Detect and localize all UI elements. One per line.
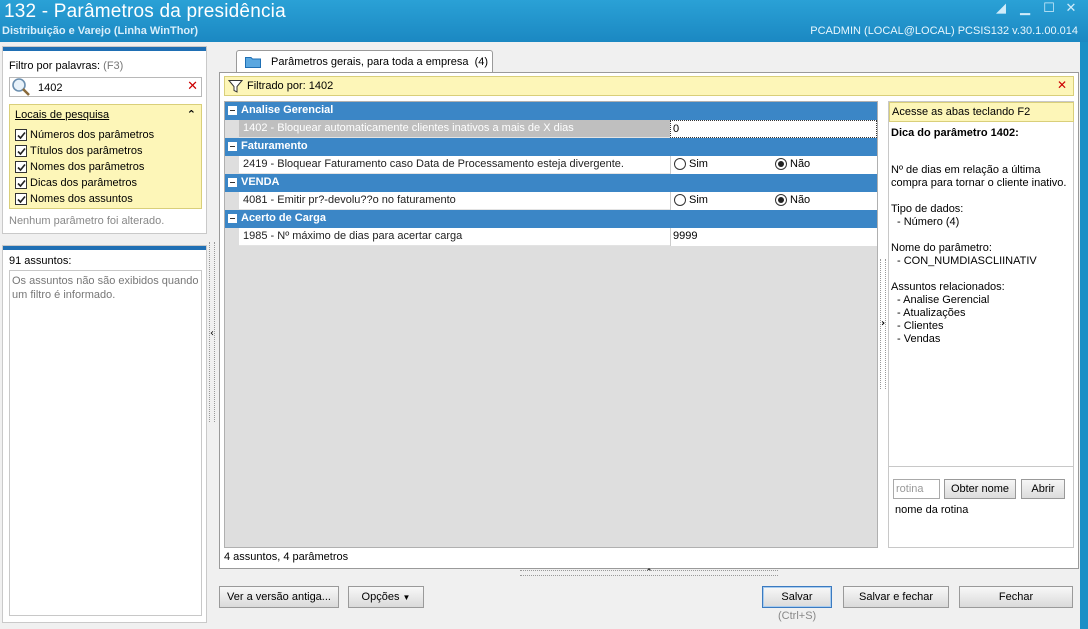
- group-header[interactable]: VENDA: [225, 174, 877, 192]
- restore-down-icon[interactable]: ◢: [992, 2, 1010, 16]
- dropdown-arrow-icon: ▼: [402, 593, 411, 602]
- save-button[interactable]: Salvar: [762, 586, 832, 608]
- filter-panel: Filtro por palavras: (F3) ✕ Locais de pe…: [2, 46, 207, 234]
- folder-icon: [245, 57, 261, 68]
- search-input[interactable]: [38, 80, 178, 95]
- tips-description: Nº de dias em relação a última compra pa…: [891, 164, 1067, 189]
- checkbox-row[interactable]: Nomes dos assuntos: [15, 191, 133, 207]
- window-title: 132 - Parâmetros da presidência: [4, 1, 286, 22]
- options-button[interactable]: Opções ▼: [348, 586, 424, 608]
- routine-caption: nome da rotina: [895, 504, 969, 516]
- grid-status: 4 assuntos, 4 parâmetros: [224, 551, 349, 563]
- radio-nao[interactable]: Não: [775, 194, 810, 206]
- window-edge: [1080, 42, 1088, 629]
- tab-general-parameters[interactable]: Parâmetros gerais, para toda a empresa (…: [236, 50, 493, 74]
- funnel-icon: [228, 80, 243, 93]
- parameter-value-input[interactable]: 0: [670, 120, 877, 138]
- routine-box: Obter nome Abrir nome da rotina: [889, 466, 1074, 548]
- checkbox-row[interactable]: Nomes dos parâmetros: [15, 159, 144, 175]
- search-icon: [12, 78, 30, 96]
- panel-accent-bar: [3, 246, 206, 250]
- parameter-row[interactable]: 2419 - Bloquear Faturamento caso Data de…: [239, 156, 877, 174]
- filter-label: Filtro por palavras: (F3): [9, 60, 124, 72]
- save-shortcut: (Ctrl+S): [778, 610, 817, 622]
- checkbox-row[interactable]: Números dos parâmetros: [15, 127, 154, 143]
- radio-sim[interactable]: Sim: [674, 158, 708, 170]
- radio-nao[interactable]: Não: [775, 158, 810, 170]
- radio-sim[interactable]: Sim: [674, 194, 708, 206]
- subjects-list[interactable]: Os assuntos não são exibidos quando um f…: [9, 270, 202, 616]
- expand-right-icon[interactable]: ›: [881, 318, 885, 329]
- tab-content: Filtrado por: 1402 ✕ Analise Gerencial 1…: [219, 72, 1079, 569]
- maximize-icon[interactable]: ☐: [1040, 2, 1058, 16]
- collapse-group-icon[interactable]: [228, 178, 237, 187]
- parameter-row[interactable]: 1402 - Bloquear automaticamente clientes…: [239, 120, 877, 138]
- filter-bar-text: Filtrado por: 1402: [247, 80, 334, 92]
- tips-panel: Acesse as abas teclando F2 Dica do parâm…: [888, 101, 1074, 548]
- related-item: - Analise Gerencial: [897, 294, 990, 306]
- group-header[interactable]: Faturamento: [225, 138, 877, 156]
- tips-hint: Acesse as abas teclando F2: [889, 102, 1074, 122]
- group-header[interactable]: Analise Gerencial: [225, 102, 877, 120]
- collapse-group-icon[interactable]: [228, 214, 237, 223]
- close-button[interactable]: Fechar: [959, 586, 1073, 608]
- search-locations-box: Locais de pesquisa ⌃ Números dos parâmet…: [9, 104, 202, 209]
- parameter-value-radio: Sim Não: [670, 156, 877, 174]
- tab-label: Parâmetros gerais, para toda a empresa (…: [271, 56, 489, 68]
- open-button[interactable]: Abrir: [1021, 479, 1065, 499]
- minimize-icon[interactable]: ▁: [1016, 2, 1034, 16]
- search-locations-header: Locais de pesquisa: [15, 109, 110, 121]
- filter-bar: Filtrado por: 1402 ✕: [224, 76, 1074, 96]
- collapse-group-icon[interactable]: [228, 106, 237, 115]
- window-subtitle: Distribuição e Varejo (Linha WinThor): [2, 25, 199, 37]
- clear-filter-bar-icon[interactable]: ✕: [1057, 78, 1067, 92]
- related-item: - Vendas: [897, 333, 941, 345]
- related-item: - Atualizações: [897, 307, 966, 319]
- parameter-value-input[interactable]: 9999: [670, 228, 877, 246]
- routine-input[interactable]: [893, 479, 940, 499]
- tips-body: Nº de dias em relação a última compra pa…: [891, 164, 1073, 346]
- tips-title: Dica do parâmetro 1402:: [891, 127, 1019, 139]
- panel-accent-bar: [3, 47, 206, 51]
- clear-filter-icon[interactable]: ✕: [187, 79, 198, 94]
- parameters-grid: Analise Gerencial 1402 - Bloquear automa…: [224, 101, 878, 548]
- search-box[interactable]: ✕: [9, 77, 202, 97]
- collapse-icon[interactable]: ⌃: [187, 108, 196, 121]
- subjects-count: 91 assuntos:: [9, 255, 72, 267]
- save-close-button[interactable]: Salvar e fechar: [843, 586, 949, 608]
- group-header[interactable]: Acerto de Carga: [225, 210, 877, 228]
- checkbox-row[interactable]: Títulos dos parâmetros: [15, 143, 143, 159]
- close-icon[interactable]: ✕: [1062, 2, 1080, 16]
- subjects-panel: 91 assuntos: Os assuntos não são exibido…: [2, 245, 207, 623]
- collapse-group-icon[interactable]: [228, 142, 237, 151]
- checkbox[interactable]: [15, 193, 27, 205]
- collapse-left-icon[interactable]: ‹: [210, 328, 214, 339]
- checkbox-row[interactable]: Dicas dos parâmetros: [15, 175, 137, 191]
- checkbox[interactable]: [15, 129, 27, 141]
- parameter-value-radio: Sim Não: [670, 192, 877, 210]
- checkbox[interactable]: [15, 161, 27, 173]
- parameter-row[interactable]: 4081 - Emitir pr?-devolu??o no faturamen…: [239, 192, 877, 210]
- checkbox[interactable]: [15, 177, 27, 189]
- no-changes-text: Nenhum parâmetro foi alterado.: [9, 215, 165, 227]
- bottom-splitter[interactable]: ⌃: [520, 569, 778, 578]
- parameter-row[interactable]: 1985 - Nº máximo de dias para acertar ca…: [239, 228, 877, 246]
- user-info: PCADMIN (LOCAL@LOCAL) PCSIS132 v.30.1.00…: [810, 25, 1078, 37]
- title-bar: 132 - Parâmetros da presidência Distribu…: [0, 0, 1088, 42]
- get-name-button[interactable]: Obter nome: [944, 479, 1016, 499]
- old-version-button[interactable]: Ver a versão antiga...: [219, 586, 339, 608]
- client-area: Filtro por palavras: (F3) ✕ Locais de pe…: [0, 42, 1088, 629]
- related-item: - Clientes: [897, 320, 944, 332]
- checkbox[interactable]: [15, 145, 27, 157]
